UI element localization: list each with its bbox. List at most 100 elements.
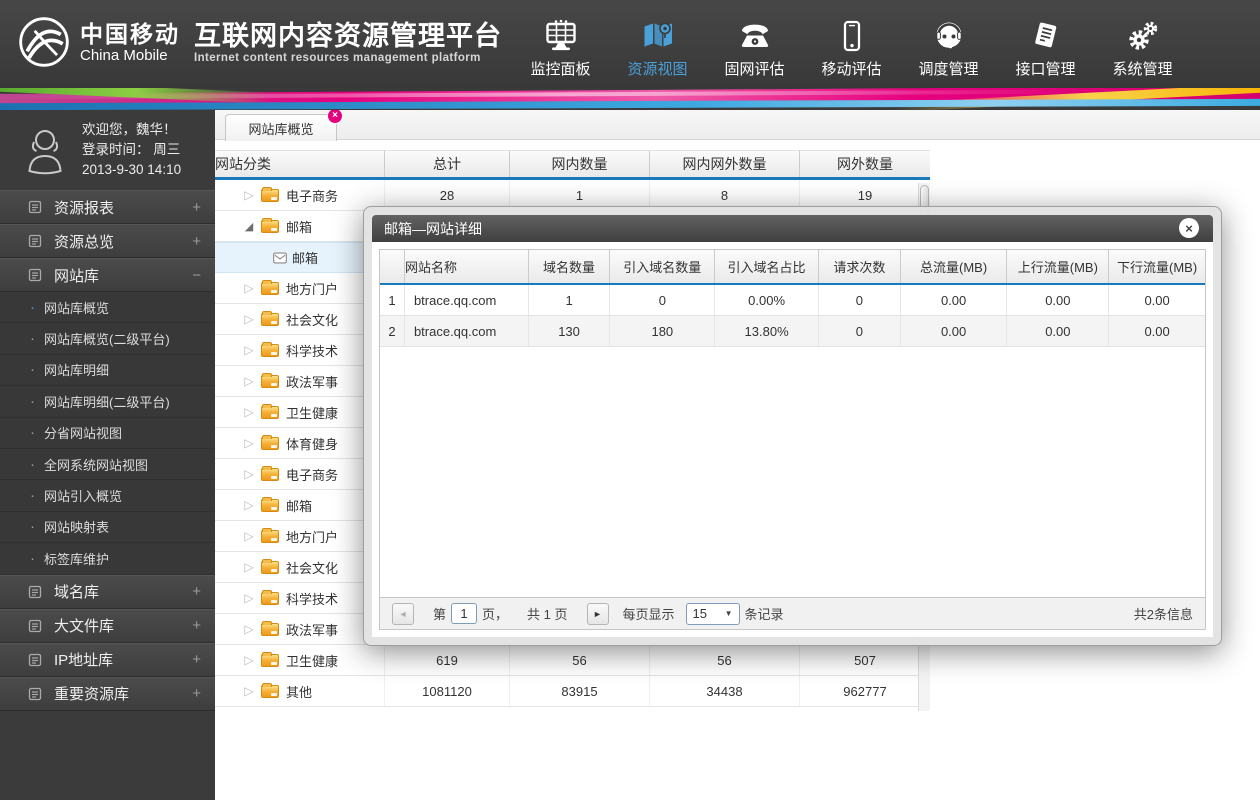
bullet-icon: · xyxy=(30,518,35,536)
expand-icon[interactable]: ▷ xyxy=(242,467,256,481)
expand-plus-icon[interactable]: + xyxy=(192,685,201,702)
dialog-title: 邮箱—网站详细 xyxy=(384,220,482,237)
list-icon xyxy=(28,619,42,633)
tab-close-icon[interactable]: × xyxy=(327,108,343,124)
sidebar-item-website-overview[interactable]: · 网站库概览 xyxy=(0,292,215,324)
expand-icon[interactable]: ▷ xyxy=(242,436,256,450)
headset-operator-icon xyxy=(932,15,966,53)
brand-text: 中国移动 China Mobile xyxy=(80,21,180,64)
folder-icon xyxy=(261,279,279,295)
nav-label: 接口管理 xyxy=(1015,61,1076,78)
sidebar-item-province-website-view[interactable]: · 分省网站视图 xyxy=(0,418,215,449)
expand-icon[interactable]: ▷ xyxy=(242,622,256,636)
section-label: 网站库 xyxy=(54,267,100,285)
sidebar-section-bigfile-library[interactable]: 大文件库 + xyxy=(0,608,215,643)
expand-icon[interactable]: ▷ xyxy=(242,529,256,543)
folder-icon xyxy=(261,620,279,636)
expand-plus-icon[interactable]: + xyxy=(192,651,201,668)
document-icon xyxy=(1029,15,1063,53)
chevron-down-icon: ▼ xyxy=(724,609,733,618)
bullet-icon: · xyxy=(30,361,35,379)
section-label: 资源报表 xyxy=(54,199,115,217)
avatar xyxy=(28,130,62,175)
user-info: 欢迎您，魏华！ 登录时间： 周三 2013-9-30 14:10 xyxy=(82,120,181,180)
expand-icon[interactable]: ▷ xyxy=(242,343,256,357)
list-icon xyxy=(28,653,42,667)
folder-icon xyxy=(261,589,279,605)
column-header: 请求次数 xyxy=(819,250,901,283)
expand-plus-icon[interactable]: + xyxy=(192,617,201,634)
sidebar-item-network-website-view[interactable]: · 全网系统网站视图 xyxy=(0,449,215,481)
expand-icon[interactable]: ▷ xyxy=(242,374,256,388)
collapse-minus-icon[interactable]: − xyxy=(192,267,201,284)
app-root: 中国移动 China Mobile 互联网内容资源管理平台 Internet c… xyxy=(0,0,1260,800)
bullet-icon: · xyxy=(30,298,35,316)
column-header: 网站名称 xyxy=(405,250,529,283)
nav-interface-mgmt[interactable]: 接口管理 xyxy=(997,0,1094,88)
sidebar-section-ip-library[interactable]: IP地址库 + xyxy=(0,642,215,677)
nav-mobile-eval[interactable]: 移动评估 xyxy=(803,0,900,88)
section-label: 重要资源库 xyxy=(54,686,130,704)
tree-row[interactable]: ▷ 卫生健康 619 56 56 507 xyxy=(215,645,930,676)
next-page-button[interactable]: ► xyxy=(586,602,609,625)
per-page-select[interactable]: 15 ▼ xyxy=(685,602,740,625)
column-header: 下行流量(MB) xyxy=(1117,260,1198,275)
collapse-icon[interactable]: ◢ xyxy=(242,220,256,233)
list-icon xyxy=(28,234,42,248)
page-number-input[interactable] xyxy=(451,603,478,624)
dialog-content: 网站名称 域名数量 引入域名数量 引入域名占比 请求次数 总流量(MB) 上行流… xyxy=(372,242,1213,637)
expand-icon[interactable]: ▷ xyxy=(242,188,256,202)
nav-fixed-network-eval[interactable]: 固网评估 xyxy=(706,0,803,88)
expand-icon[interactable]: ▷ xyxy=(242,684,256,698)
expand-plus-icon[interactable]: + xyxy=(192,199,201,216)
prev-page-button[interactable]: ◄ xyxy=(392,602,414,625)
expand-icon[interactable]: ▷ xyxy=(242,591,256,605)
sidebar-section-domain-library[interactable]: 域名库 + xyxy=(0,574,215,609)
expand-icon[interactable]: ▷ xyxy=(242,498,256,512)
expand-icon[interactable]: ▷ xyxy=(242,312,256,326)
sidebar-section-resource-reports[interactable]: 资源报表 + xyxy=(0,190,215,224)
expand-plus-icon[interactable]: + xyxy=(192,233,201,250)
china-mobile-logo-icon xyxy=(19,17,69,67)
nav-system-mgmt[interactable]: 系统管理 xyxy=(1094,0,1191,88)
sidebar-section-important-resource-library[interactable]: 重要资源库 + xyxy=(0,676,215,711)
sidebar-item-tag-library-maintenance[interactable]: · 标签库维护 xyxy=(0,543,215,575)
section-label: IP地址库 xyxy=(54,652,114,670)
tab-website-library-overview[interactable]: 网站库概览 × xyxy=(225,108,343,141)
nav-resource-view[interactable]: 资源视图 xyxy=(609,0,706,88)
folder-icon xyxy=(261,465,279,481)
sidebar-item-website-detail-l2[interactable]: · 网站库明细(二级平台) xyxy=(0,386,215,418)
sidebar-section-website-library[interactable]: 网站库 − xyxy=(0,258,215,292)
expand-icon[interactable]: ▷ xyxy=(242,281,256,295)
sidebar-item-website-overview-l2[interactable]: · 网站库概览(二级平台) xyxy=(0,323,215,355)
sidebar-item-website-intro-overview[interactable]: · 网站引入概览 xyxy=(0,480,215,512)
column-header: 总流量(MB) xyxy=(901,250,1008,283)
sidebar-item-website-mapping-table[interactable]: · 网站映射表 xyxy=(0,512,215,544)
expand-icon[interactable]: ▷ xyxy=(242,653,256,667)
folder-icon xyxy=(261,434,279,450)
dialog-titlebar[interactable]: 邮箱—网站详细 × xyxy=(372,215,1213,242)
expand-icon[interactable]: ▷ xyxy=(242,405,256,419)
column-header: 引入域名占比 xyxy=(715,250,819,283)
tree-row[interactable]: ▷ 其他 1081120 83915 34438 962777 xyxy=(215,676,930,707)
table-row[interactable]: 1 btrace.qq.com 1 0 0.00% 0 0.00 0.00 0.… xyxy=(380,285,1205,316)
nav-dispatch-mgmt[interactable]: 调度管理 xyxy=(900,0,997,88)
column-header: 总计 xyxy=(385,151,510,177)
table-row[interactable]: 2 btrace.qq.com 130 180 13.80% 0 0.00 0.… xyxy=(380,316,1205,347)
sidebar-section-resource-overview[interactable]: 资源总览 + xyxy=(0,224,215,258)
menu-item-label: 网站库明细(二级平台) xyxy=(44,394,170,410)
expand-icon[interactable]: ▷ xyxy=(242,560,256,574)
nav-monitor-dashboard[interactable]: 监控面板 xyxy=(512,0,609,88)
expand-plus-icon[interactable]: + xyxy=(192,583,201,600)
sidebar-item-website-detail[interactable]: · 网站库明细 xyxy=(0,355,215,387)
dialog-close-icon[interactable]: × xyxy=(1179,218,1199,238)
column-header: 网站分类 xyxy=(215,151,385,177)
map-icon xyxy=(641,15,675,53)
bullet-icon: · xyxy=(30,549,35,567)
folder-icon xyxy=(261,651,279,667)
gears-icon xyxy=(1126,15,1160,53)
menu-item-label: 网站库明细 xyxy=(44,363,110,379)
brand: 中国移动 China Mobile 互联网内容资源管理平台 Internet c… xyxy=(16,14,502,70)
page-subtitle: Internet content resources management pl… xyxy=(194,52,481,64)
dashboard-monitor-icon xyxy=(544,15,578,53)
